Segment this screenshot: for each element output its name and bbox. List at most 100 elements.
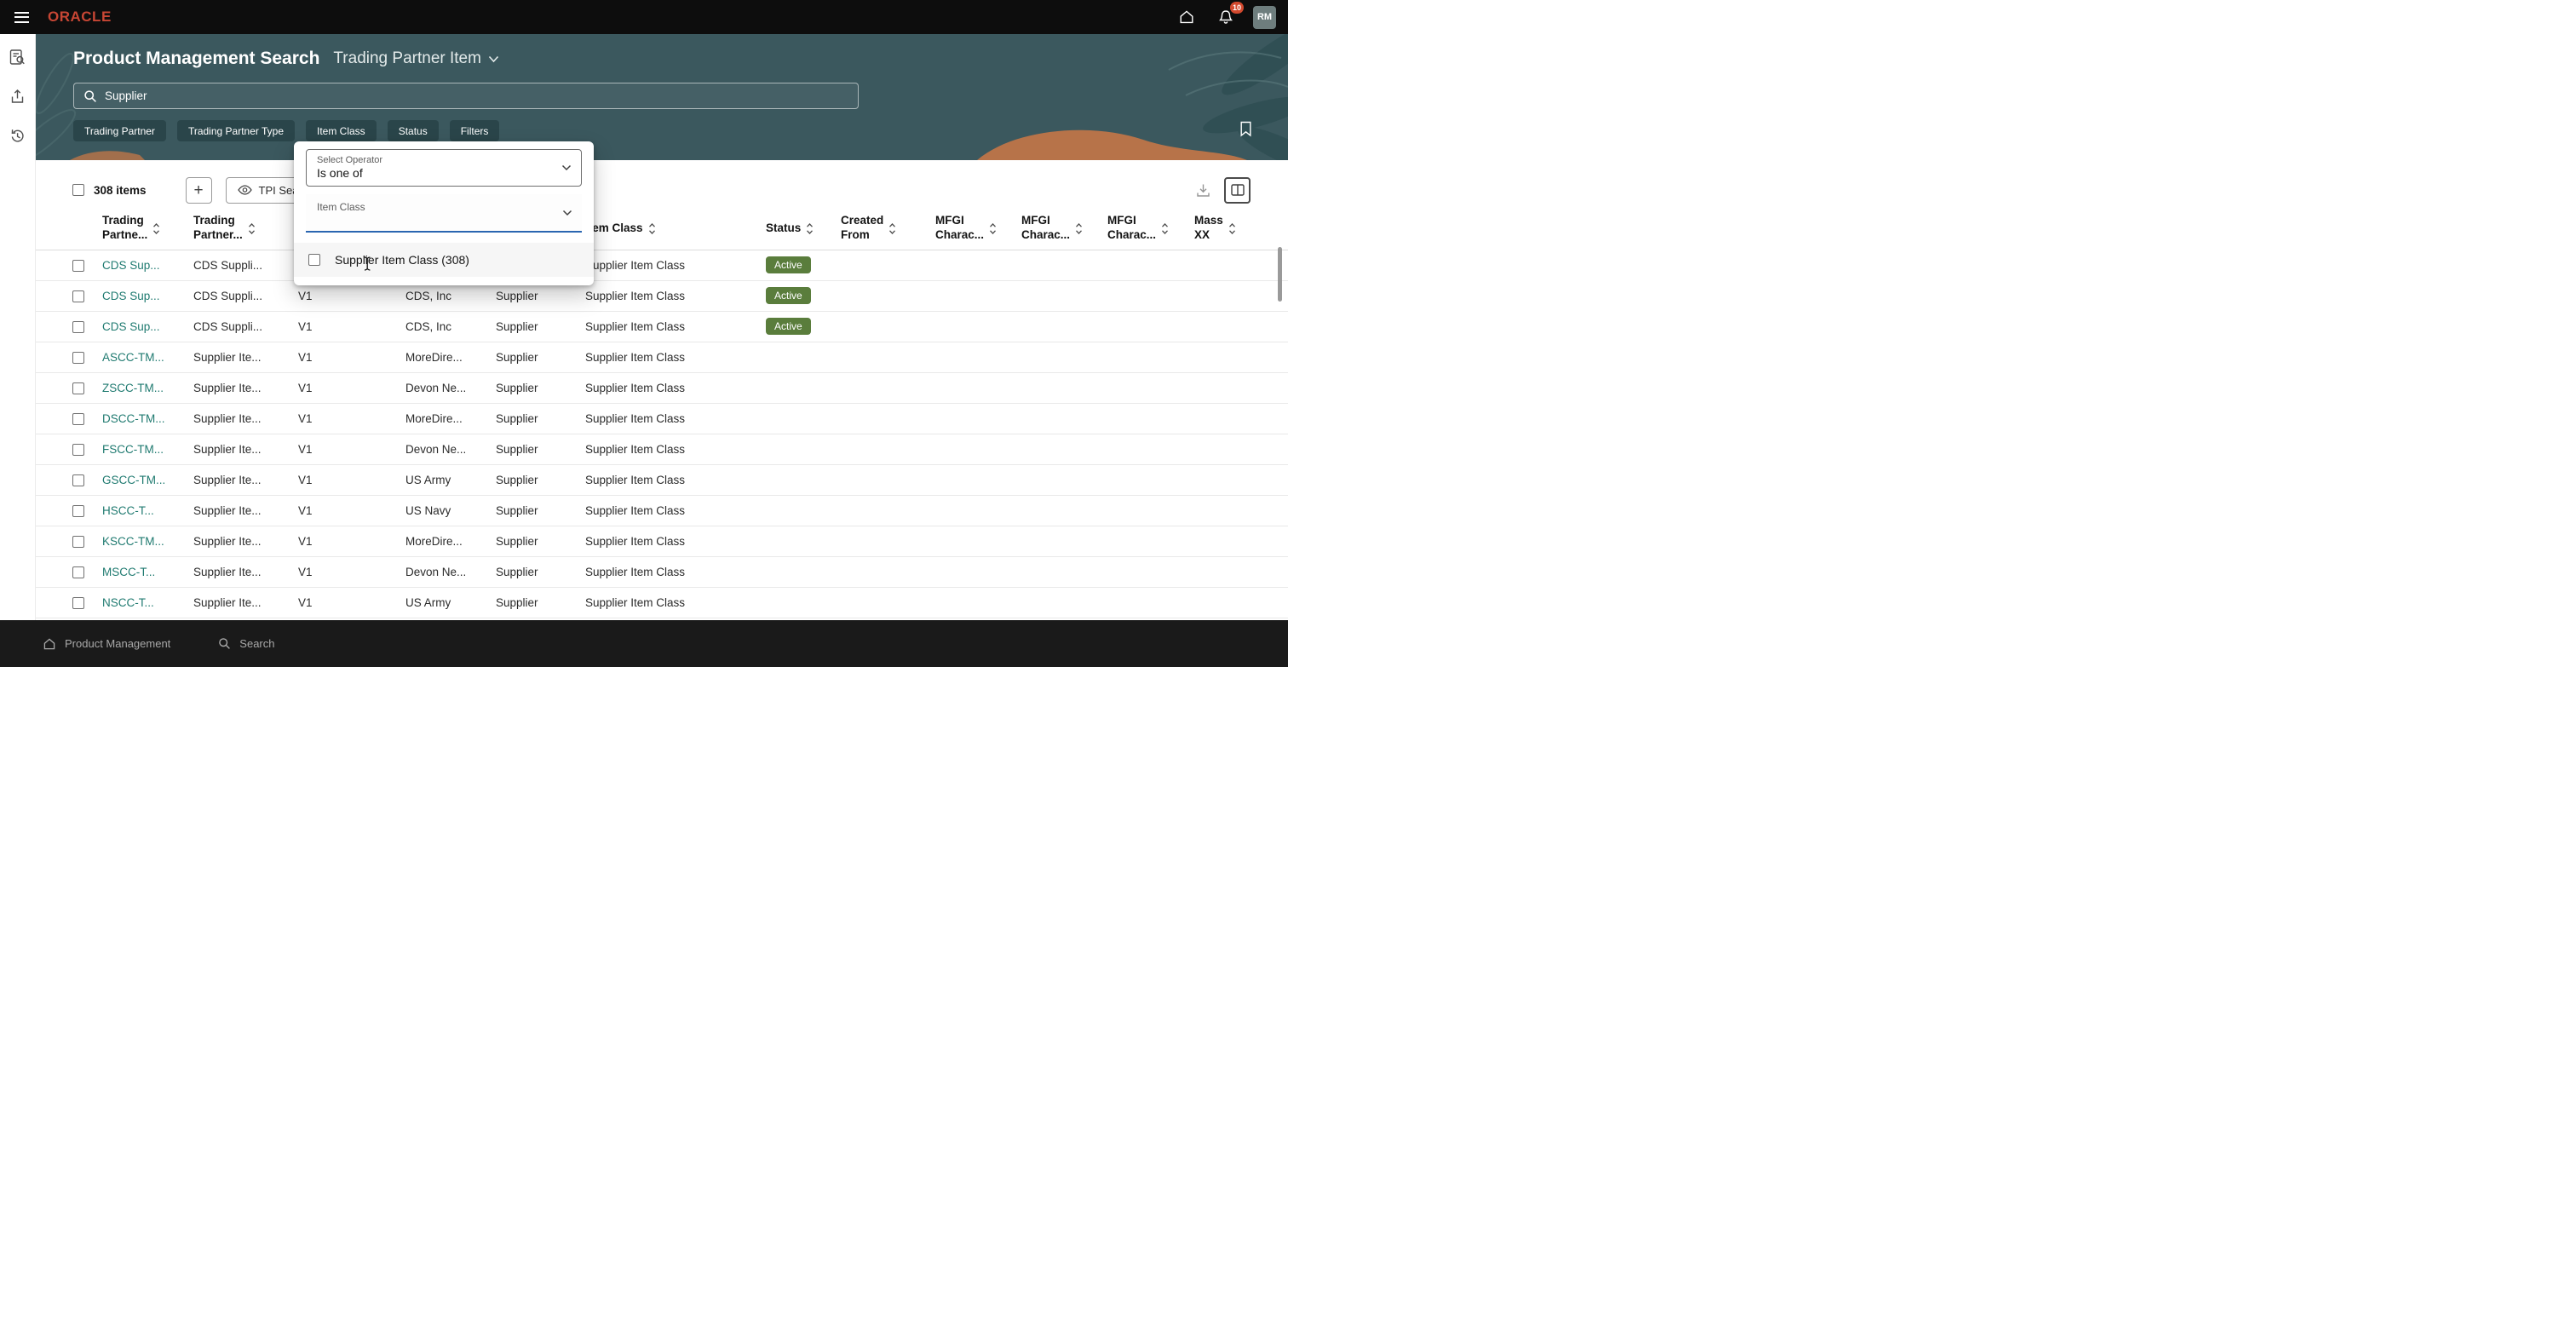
table-cell: V1	[291, 311, 399, 342]
table-cell: CDS Sup...	[95, 311, 187, 342]
row-checkbox[interactable]	[72, 474, 84, 486]
add-item-button[interactable]: +	[186, 177, 212, 204]
row-checkbox[interactable]	[72, 382, 84, 394]
table-cell: MoreDire...	[399, 526, 489, 556]
row-link[interactable]: HSCC-T...	[102, 504, 154, 517]
column-header[interactable]: Item Class	[578, 208, 759, 250]
row-link[interactable]: KSCC-TM...	[102, 535, 164, 548]
row-link[interactable]: GSCC-TM...	[102, 474, 165, 486]
download-icon[interactable]	[1195, 182, 1211, 198]
table-cell	[929, 464, 1015, 495]
filter-chip-trading-partner[interactable]: Trading Partner	[73, 120, 166, 141]
status-cell	[759, 372, 834, 403]
column-header[interactable]: MFGI Charac...	[929, 208, 1015, 250]
row-link[interactable]: MSCC-T...	[102, 566, 155, 578]
table-cell: Supplier Ite...	[187, 434, 291, 464]
table-cell: Supplier Item Class	[578, 526, 759, 556]
history-icon[interactable]	[7, 124, 29, 147]
user-avatar[interactable]: RM	[1253, 6, 1276, 29]
table-cell: MoreDire...	[399, 403, 489, 434]
home-icon	[43, 637, 56, 651]
option-checkbox[interactable]	[308, 254, 320, 266]
table-cell: Supplier Item Class	[578, 372, 759, 403]
table-cell: CDS, Inc	[399, 311, 489, 342]
table-row: DSCC-TM...Supplier Ite...V1MoreDire...Su…	[36, 403, 1288, 434]
status-cell: Active	[759, 250, 834, 280]
export-upload-icon[interactable]	[7, 85, 29, 107]
operator-select[interactable]: Select Operator Is one of	[306, 149, 582, 187]
row-checkbox[interactable]	[72, 444, 84, 456]
table-cell: Supplier	[489, 587, 578, 618]
row-link[interactable]: CDS Sup...	[102, 259, 160, 272]
manage-columns-button[interactable]	[1224, 177, 1251, 204]
notifications-bell-icon[interactable]: 10	[1214, 5, 1238, 29]
table-cell: Supplier Ite...	[187, 495, 291, 526]
footer-product-management[interactable]: Product Management	[43, 637, 170, 651]
column-header[interactable]: MFGI Charac...	[1015, 208, 1101, 250]
column-header[interactable]: Created From	[834, 208, 929, 250]
filter-chip-item-class[interactable]: Item Class	[306, 120, 377, 141]
row-link[interactable]: FSCC-TM...	[102, 443, 164, 456]
filter-chip-trading-partner-type[interactable]: Trading Partner Type	[177, 120, 295, 141]
row-checkbox[interactable]	[72, 321, 84, 333]
item-class-input[interactable]: Item Class	[306, 194, 582, 233]
table-row: MSCC-T...Supplier Ite...V1Devon Ne...Sup…	[36, 556, 1288, 587]
vertical-scrollbar[interactable]	[1278, 247, 1282, 302]
status-badge: Active	[766, 287, 811, 304]
row-link[interactable]: DSCC-TM...	[102, 412, 165, 425]
table-cell: Supplier Ite...	[187, 556, 291, 587]
table-cell: Devon Ne...	[399, 372, 489, 403]
table-row: CDS Sup...CDS Suppli...V1CDS, IncSupplie…	[36, 280, 1288, 311]
row-link[interactable]: CDS Sup...	[102, 320, 160, 333]
status-cell: Active	[759, 311, 834, 342]
column-header[interactable]: MFGI Charac...	[1101, 208, 1187, 250]
table-header-row: Trading Partne...Trading Partner... Item …	[36, 208, 1288, 250]
row-link[interactable]: ZSCC-TM...	[102, 382, 164, 394]
filter-chip-status[interactable]: Status	[388, 120, 439, 141]
hamburger-menu-icon[interactable]	[7, 0, 36, 34]
row-checkbox[interactable]	[72, 536, 84, 548]
column-header[interactable]: Trading Partner...	[187, 208, 291, 250]
saved-searches-icon[interactable]	[7, 46, 29, 68]
row-checkbox[interactable]	[72, 505, 84, 517]
search-scope-dropdown[interactable]: Trading Partner Item	[333, 49, 499, 68]
status-cell	[759, 587, 834, 618]
row-checkbox[interactable]	[72, 352, 84, 364]
page-title: Product Management Search	[73, 49, 319, 69]
search-input[interactable]	[105, 89, 848, 102]
row-link[interactable]: CDS Sup...	[102, 290, 160, 302]
item-class-filter-popup: Select Operator Is one of Item Class Sup…	[294, 141, 594, 285]
row-checkbox[interactable]	[72, 260, 84, 272]
table-row: HSCC-T...Supplier Ite...V1US NavySupplie…	[36, 495, 1288, 526]
results-panel: 308 items + TPI Search	[36, 160, 1288, 620]
item-class-option[interactable]: Supplier Item Class (308)	[294, 243, 594, 277]
filter-chip-filters[interactable]: Filters	[450, 120, 500, 141]
row-link[interactable]: ASCC-TM...	[102, 351, 164, 364]
column-header[interactable]: Mass XX	[1187, 208, 1288, 250]
bookmark-icon[interactable]	[1239, 121, 1252, 137]
main-search-field[interactable]	[73, 83, 859, 109]
select-all-checkbox[interactable]	[72, 184, 84, 196]
row-checkbox[interactable]	[72, 566, 84, 578]
columns-icon	[1231, 184, 1245, 196]
table-cell: DSCC-TM...	[95, 403, 187, 434]
table-cell: FSCC-TM...	[95, 434, 187, 464]
items-count: 308 items	[94, 184, 147, 197]
row-checkbox[interactable]	[72, 290, 84, 302]
row-checkbox[interactable]	[72, 597, 84, 609]
table-cell	[1187, 372, 1288, 403]
row-checkbox[interactable]	[72, 413, 84, 425]
table-cell	[1187, 280, 1288, 311]
table-cell	[929, 434, 1015, 464]
table-cell: US Army	[399, 587, 489, 618]
table-cell: NSCC-T...	[95, 587, 187, 618]
column-header-label: MFGI Charac...	[1021, 214, 1070, 243]
search-header-banner: Product Management Search Trading Partne…	[36, 34, 1288, 160]
column-header[interactable]: Status	[759, 208, 834, 250]
status-cell	[759, 556, 834, 587]
home-icon[interactable]	[1175, 5, 1199, 29]
footer-search[interactable]: Search	[218, 637, 274, 650]
chevron-down-icon	[561, 164, 572, 171]
column-header[interactable]: Trading Partne...	[95, 208, 187, 250]
row-link[interactable]: NSCC-T...	[102, 596, 154, 609]
